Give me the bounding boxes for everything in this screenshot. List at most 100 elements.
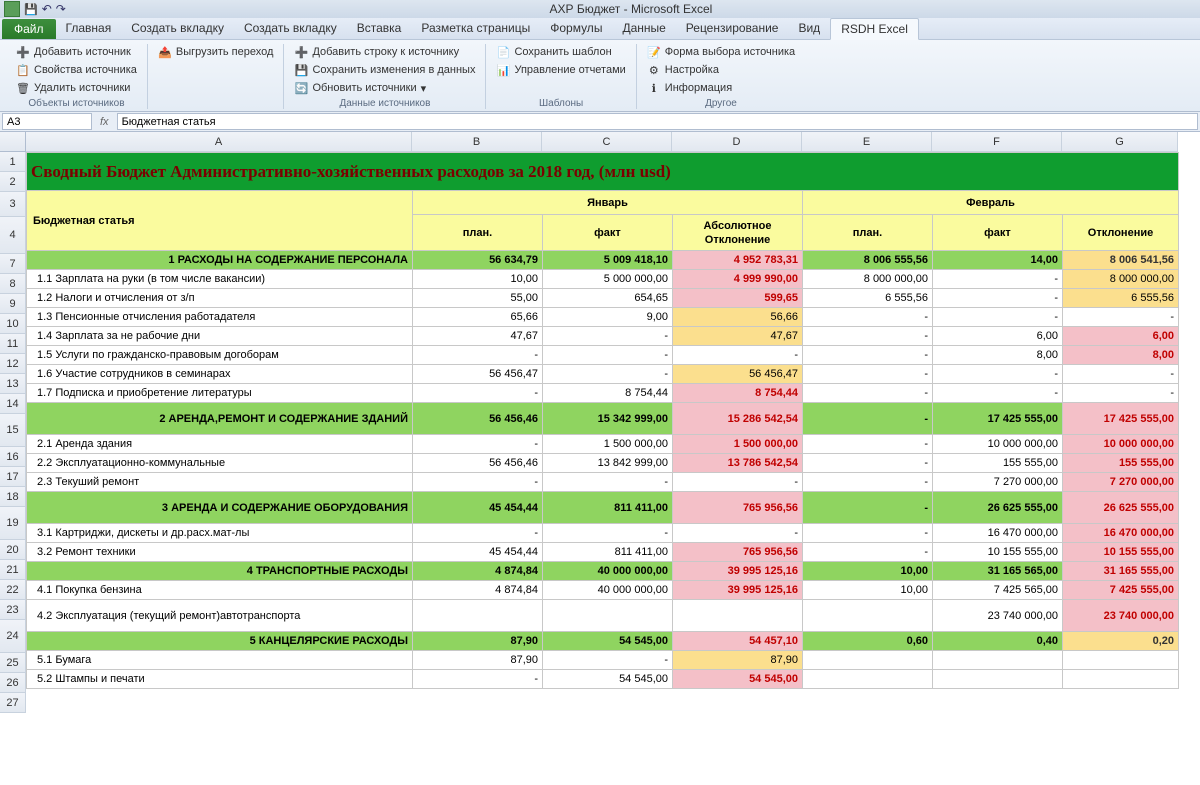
cell[interactable] — [673, 600, 803, 632]
cell[interactable]: 39 995 125,16 — [673, 562, 803, 581]
save-icon[interactable]: 💾 — [24, 3, 38, 16]
cell[interactable]: 65,66 — [413, 308, 543, 327]
cell[interactable]: - — [803, 492, 933, 524]
file-tab[interactable]: Файл — [2, 19, 56, 39]
fx-label[interactable]: fx — [94, 116, 115, 128]
cell[interactable]: 31 165 565,00 — [933, 562, 1063, 581]
row-header[interactable]: 13 — [0, 374, 26, 394]
cell[interactable]: 0,60 — [803, 632, 933, 651]
cell[interactable]: 45 454,44 — [413, 543, 543, 562]
cell[interactable]: - — [413, 435, 543, 454]
worksheet[interactable]: 1234789101112131415161718192021222324252… — [0, 132, 1200, 713]
cell[interactable]: - — [803, 365, 933, 384]
ribbon-tab[interactable]: Главная — [56, 18, 122, 39]
cell[interactable]: 654,65 — [543, 289, 673, 308]
cell[interactable]: 599,65 — [673, 289, 803, 308]
ribbon-tab[interactable]: Рецензирование — [676, 18, 789, 39]
cell[interactable]: 765 956,56 — [673, 492, 803, 524]
cell[interactable]: 47,67 — [413, 327, 543, 346]
cell[interactable]: 40 000 000,00 — [543, 562, 673, 581]
row-header[interactable]: 17 — [0, 467, 26, 487]
cell[interactable]: 54 545,00 — [543, 670, 673, 689]
cell[interactable]: 6,00 — [933, 327, 1063, 346]
cell[interactable]: 10,00 — [803, 581, 933, 600]
cell[interactable]: - — [543, 346, 673, 365]
column-header[interactable]: G — [1062, 132, 1178, 152]
cell[interactable] — [1063, 670, 1179, 689]
export-button[interactable]: 📤Выгрузить переход — [156, 44, 276, 60]
cell[interactable]: - — [543, 365, 673, 384]
cell[interactable]: 1 500 000,00 — [543, 435, 673, 454]
cell[interactable]: 765 956,56 — [673, 543, 803, 562]
cell[interactable]: 39 995 125,16 — [673, 581, 803, 600]
cell[interactable]: 6 555,56 — [1063, 289, 1179, 308]
save-data-button[interactable]: 💾Сохранить изменения в данных — [292, 62, 477, 78]
row-header[interactable]: 25 — [0, 653, 26, 673]
cell[interactable]: 4 874,84 — [413, 581, 543, 600]
cell[interactable]: - — [413, 473, 543, 492]
cell[interactable]: 0,20 — [1063, 632, 1179, 651]
cell[interactable]: 8,00 — [933, 346, 1063, 365]
cell[interactable]: - — [803, 543, 933, 562]
cell[interactable]: - — [543, 473, 673, 492]
cell[interactable]: - — [1063, 365, 1179, 384]
cell[interactable]: 13 786 542,54 — [673, 454, 803, 473]
cell[interactable]: 4 952 783,31 — [673, 251, 803, 270]
cell[interactable]: 56 456,46 — [413, 454, 543, 473]
cell[interactable] — [1063, 651, 1179, 670]
cell[interactable]: - — [933, 384, 1063, 403]
cell[interactable]: 45 454,44 — [413, 492, 543, 524]
cell[interactable]: 10 155 555,00 — [1063, 543, 1179, 562]
cell[interactable]: - — [803, 384, 933, 403]
cell[interactable] — [803, 670, 933, 689]
cell[interactable] — [543, 600, 673, 632]
ribbon-tab[interactable]: Разметка страницы — [411, 18, 540, 39]
row-header[interactable]: 7 — [0, 254, 26, 274]
manage-reports-button[interactable]: 📊Управление отчетами — [494, 62, 627, 78]
info-button[interactable]: ℹИнформация — [645, 80, 797, 96]
cell[interactable]: - — [673, 346, 803, 365]
cell[interactable]: 8 754,44 — [673, 384, 803, 403]
row-header[interactable]: 15 — [0, 414, 26, 447]
cell[interactable]: 47,67 — [673, 327, 803, 346]
cell[interactable]: - — [803, 346, 933, 365]
cell[interactable]: 17 425 555,00 — [933, 403, 1063, 435]
row-header[interactable]: 2 — [0, 172, 26, 192]
cell[interactable]: - — [803, 327, 933, 346]
cell[interactable]: - — [933, 289, 1063, 308]
ribbon-tab[interactable]: Формулы — [540, 18, 612, 39]
cell[interactable]: 54 545,00 — [673, 670, 803, 689]
cell[interactable]: 10,00 — [803, 562, 933, 581]
cell[interactable]: - — [803, 473, 933, 492]
cell[interactable]: 56 456,46 — [413, 403, 543, 435]
row-header[interactable]: 4 — [0, 217, 26, 254]
row-header[interactable]: 3 — [0, 192, 26, 217]
row-header[interactable]: 14 — [0, 394, 26, 414]
cell[interactable]: - — [933, 308, 1063, 327]
cell[interactable]: 31 165 555,00 — [1063, 562, 1179, 581]
cell[interactable]: - — [933, 365, 1063, 384]
column-header[interactable]: B — [412, 132, 542, 152]
cell[interactable]: 56,66 — [673, 308, 803, 327]
cell[interactable]: 10,00 — [413, 270, 543, 289]
cell[interactable]: 23 740 000,00 — [1063, 600, 1179, 632]
cell[interactable]: 7 425 555,00 — [1063, 581, 1179, 600]
source-form-button[interactable]: 📝Форма выбора источника — [645, 44, 797, 60]
cell[interactable]: 14,00 — [933, 251, 1063, 270]
row-header[interactable]: 27 — [0, 693, 26, 713]
cell[interactable]: 13 842 999,00 — [543, 454, 673, 473]
cell[interactable]: 8 754,44 — [543, 384, 673, 403]
cell[interactable]: 4 999 990,00 — [673, 270, 803, 289]
cell[interactable]: - — [413, 346, 543, 365]
cell[interactable]: 8 006 555,56 — [803, 251, 933, 270]
row-header[interactable]: 22 — [0, 580, 26, 600]
cell[interactable]: 7 270 000,00 — [933, 473, 1063, 492]
cell[interactable]: 8 000 000,00 — [803, 270, 933, 289]
cell[interactable]: - — [413, 670, 543, 689]
cell[interactable]: 6,00 — [1063, 327, 1179, 346]
cell[interactable]: 5 000 000,00 — [543, 270, 673, 289]
cell[interactable]: - — [933, 270, 1063, 289]
cell[interactable]: 7 425 565,00 — [933, 581, 1063, 600]
cell[interactable]: 56 456,47 — [413, 365, 543, 384]
cell[interactable]: - — [543, 524, 673, 543]
